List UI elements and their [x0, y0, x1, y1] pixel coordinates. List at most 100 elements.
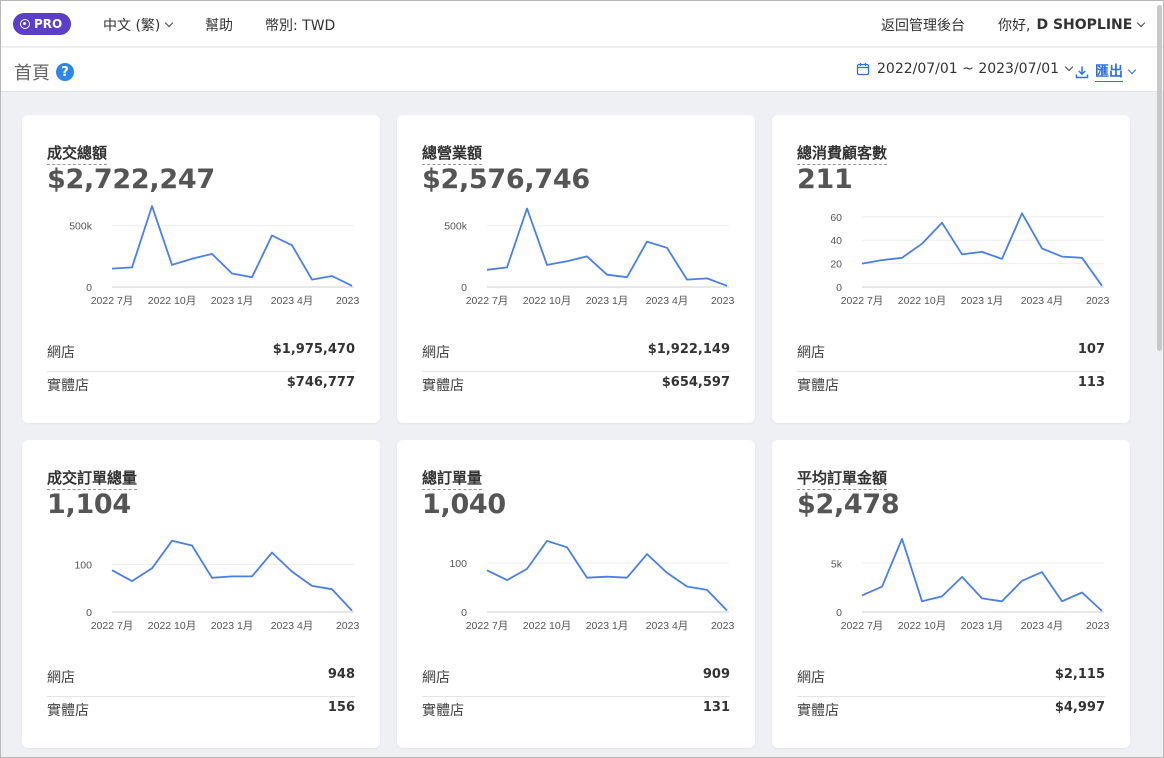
data-point[interactable]	[1018, 577, 1026, 585]
page-title: 首頁 ?	[14, 59, 74, 85]
data-point[interactable]	[308, 582, 316, 590]
data-point[interactable]	[858, 260, 866, 268]
data-point[interactable]	[168, 261, 176, 269]
card-title[interactable]: 成交訂單總量	[47, 467, 138, 490]
user-menu[interactable]: 你好, D SHOPLINE	[998, 15, 1146, 35]
data-point[interactable]	[603, 573, 611, 581]
data-point[interactable]	[328, 272, 336, 280]
data-point[interactable]	[1038, 244, 1046, 252]
data-point[interactable]	[1018, 209, 1026, 217]
scrollbar-thumb[interactable]	[1157, 5, 1162, 351]
data-point[interactable]	[703, 586, 711, 594]
data-point[interactable]	[878, 583, 886, 591]
pro-badge[interactable]: PRO	[13, 12, 72, 35]
data-point[interactable]	[898, 254, 906, 262]
data-point[interactable]	[563, 257, 571, 265]
help-link[interactable]: 幫助	[205, 15, 233, 35]
data-point[interactable]	[723, 282, 731, 290]
data-point[interactable]	[288, 241, 296, 249]
card-title[interactable]: 總營業額	[422, 142, 483, 165]
data-point[interactable]	[348, 282, 356, 290]
data-point[interactable]	[348, 607, 356, 615]
data-point[interactable]	[268, 232, 276, 240]
data-point[interactable]	[1078, 254, 1086, 262]
data-point[interactable]	[1058, 253, 1066, 261]
data-point[interactable]	[188, 542, 196, 550]
data-point[interactable]	[918, 597, 926, 605]
data-point[interactable]	[503, 576, 511, 584]
data-point[interactable]	[623, 273, 631, 281]
pro-label: PRO	[34, 16, 63, 31]
data-point[interactable]	[208, 574, 216, 582]
data-point[interactable]	[128, 577, 136, 585]
data-point[interactable]	[1038, 568, 1046, 576]
data-point[interactable]	[248, 572, 256, 580]
language-dropdown[interactable]: 中文 (繁)	[103, 15, 174, 35]
export-button[interactable]: 匯出	[1075, 61, 1137, 82]
data-point[interactable]	[683, 583, 691, 591]
data-point[interactable]	[978, 248, 986, 256]
top-nav-bar: PRO 中文 (繁) 幫助 幣別: TWD 返回管理後台 你好, D SHOPL…	[1, 1, 1163, 47]
card-title[interactable]: 平均訂單金額	[797, 467, 888, 490]
back-to-admin-link[interactable]: 返回管理後台	[881, 15, 965, 35]
data-point[interactable]	[543, 537, 551, 545]
data-point[interactable]	[228, 572, 236, 580]
data-point[interactable]	[958, 250, 966, 258]
page-scrollbar[interactable]	[1153, 1, 1163, 357]
data-point[interactable]	[858, 591, 866, 599]
data-point[interactable]	[268, 549, 276, 557]
x-tick-label: 2022 10月	[148, 620, 196, 632]
data-point[interactable]	[958, 573, 966, 581]
data-point[interactable]	[1098, 282, 1106, 290]
data-point[interactable]	[503, 263, 511, 271]
data-point[interactable]	[703, 274, 711, 282]
data-point[interactable]	[248, 273, 256, 281]
data-point[interactable]	[1078, 589, 1086, 597]
data-point[interactable]	[623, 574, 631, 582]
row-value: 909	[702, 667, 730, 682]
card-title[interactable]: 總訂單量	[422, 467, 483, 490]
card-title[interactable]: 成交總額	[47, 142, 108, 165]
data-point[interactable]	[898, 535, 906, 543]
data-point[interactable]	[998, 255, 1006, 263]
data-point[interactable]	[168, 537, 176, 545]
chevron-down-icon	[165, 18, 174, 28]
data-point[interactable]	[523, 565, 531, 573]
data-point[interactable]	[978, 594, 986, 602]
data-point[interactable]	[563, 543, 571, 551]
data-point[interactable]	[938, 219, 946, 227]
data-point[interactable]	[108, 566, 116, 574]
data-point[interactable]	[603, 271, 611, 279]
data-point[interactable]	[583, 252, 591, 260]
help-icon[interactable]: ?	[56, 63, 74, 81]
data-point[interactable]	[1098, 607, 1106, 615]
data-point[interactable]	[288, 568, 296, 576]
data-point[interactable]	[523, 205, 531, 213]
data-point[interactable]	[483, 266, 491, 274]
data-point[interactable]	[878, 256, 886, 264]
data-point[interactable]	[228, 270, 236, 278]
data-point[interactable]	[1058, 597, 1066, 605]
data-point[interactable]	[583, 574, 591, 582]
data-point[interactable]	[483, 566, 491, 574]
data-point[interactable]	[723, 607, 731, 615]
data-point[interactable]	[663, 244, 671, 252]
data-point[interactable]	[208, 250, 216, 258]
data-point[interactable]	[328, 585, 336, 593]
data-point[interactable]	[683, 276, 691, 284]
data-point[interactable]	[998, 597, 1006, 605]
date-range-picker[interactable]: 2022/07/01 ~ 2023/07/01	[856, 61, 1074, 77]
data-point[interactable]	[308, 276, 316, 284]
data-point[interactable]	[128, 263, 136, 271]
card-title[interactable]: 總消費顧客數	[797, 142, 888, 165]
data-point[interactable]	[543, 261, 551, 269]
data-point[interactable]	[643, 550, 651, 558]
data-point[interactable]	[148, 564, 156, 572]
data-point[interactable]	[663, 569, 671, 577]
data-point[interactable]	[643, 238, 651, 246]
data-point[interactable]	[148, 203, 156, 210]
data-point[interactable]	[188, 255, 196, 263]
data-point[interactable]	[918, 240, 926, 248]
data-point[interactable]	[108, 265, 116, 273]
data-point[interactable]	[938, 592, 946, 600]
